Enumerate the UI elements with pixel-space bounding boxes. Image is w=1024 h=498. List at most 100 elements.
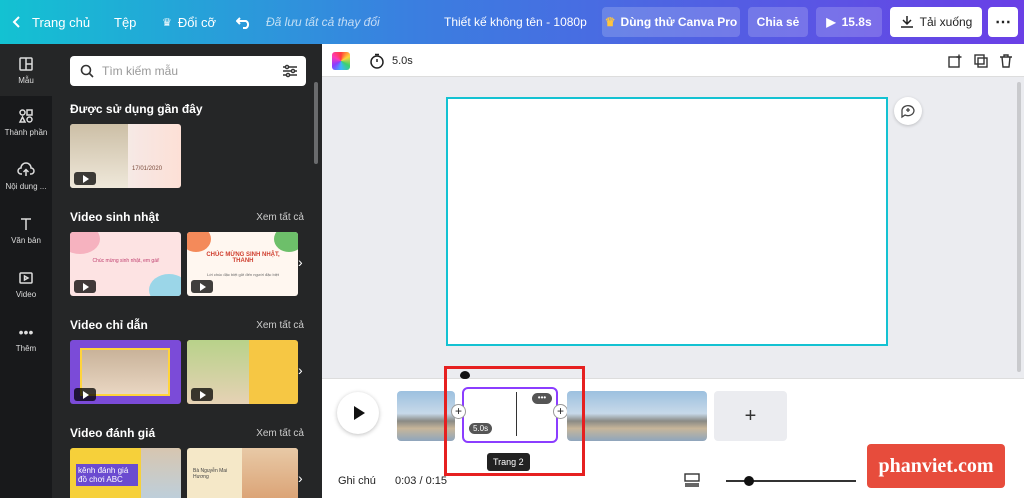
editor-scrollbar[interactable] [1017,82,1021,372]
more-options-button[interactable]: ⋯ [988,7,1018,37]
zoom-slider-thumb[interactable] [744,476,754,486]
section-title: Video đánh giá [70,426,156,440]
download-icon [900,16,913,28]
rail-templates[interactable]: Mẫu [0,44,52,96]
thumb-text: Chúc mừng sinh nhật, em gái! [92,258,160,264]
undo-button[interactable] [236,0,252,44]
zoom-slider[interactable] [726,476,856,486]
thumb-text: kênh đánh giá đồ chơi ABC [76,464,138,486]
add-comment-icon [901,105,915,119]
download-button[interactable]: Tải xuống [890,7,982,37]
watermark: phanviet.com [867,444,1005,488]
design-canvas[interactable] [446,97,888,346]
flower-decor [274,232,298,252]
crown-icon: ♛ [604,15,616,29]
birthday-template-thumb[interactable]: Chúc mừng sinh nhật, em gái! [70,232,181,296]
play-icon [74,388,96,401]
rail-label: Video [15,289,37,299]
thumb-text: Bà Nguyễn Mai Hương [193,468,228,480]
rail-text[interactable]: Văn bản [0,204,52,256]
share-button[interactable]: Chia sẻ [748,7,808,37]
review-template-thumb[interactable]: kênh đánh giá đồ chơi ABC [70,448,181,498]
rail-label: Mẫu [18,75,34,85]
duplicate-page-icon[interactable] [974,54,988,68]
panel-scrollbar[interactable] [314,82,318,164]
search-input[interactable]: Tìm kiếm mẫu [102,64,282,78]
time-readout: 0:03 / 0:15 [395,475,447,487]
crown-icon: ♛ [162,16,172,29]
play-icon [74,280,96,293]
review-template-thumb[interactable]: Bà Nguyễn Mai Hương [187,448,298,498]
grid-view-icon[interactable] [684,473,700,487]
rail-label: Nội dung ... [5,181,47,191]
shapes-icon [18,108,33,123]
thumb-text: 17/01/2020 [132,166,163,172]
home-label: Trang chủ [32,14,91,30]
file-menu[interactable]: Tệp [114,0,136,44]
review-photo [141,448,181,498]
comment-button[interactable] [894,97,922,125]
more-icon: ••• [18,323,34,340]
section-title: Được sử dụng gần đây [70,102,203,116]
recent-template-thumb[interactable]: 17/01/2020 [70,124,181,188]
rail-video[interactable]: Video [0,258,52,310]
templates-panel: Tìm kiếm mẫu Được sử dụng gần đây 17/01/… [52,44,322,498]
home-button[interactable]: Trang chủ [12,0,90,44]
top-bar: Trang chủ Tệp ♛ Đổi cỡ Đã lưu tất cả tha… [0,0,1024,44]
rail-label: Thêm [15,343,37,353]
more-icon: ⋯ [995,14,1011,31]
timer-icon[interactable] [369,53,385,69]
resize-label: Đổi cỡ [177,14,217,30]
search-bar[interactable]: Tìm kiếm mẫu [70,56,306,86]
see-all-link[interactable]: Xem tất cả [256,428,304,439]
templates-icon [19,56,33,71]
chevron-left-icon [12,16,20,28]
timeline-clip[interactable] [567,391,707,441]
search-icon [80,64,94,78]
add-page-button[interactable]: + [714,391,787,441]
thumb-text: Lời chúc đặc biệt gửi đến người đặc biệt [207,272,279,277]
tutorial-template-thumb[interactable] [187,340,298,404]
confetti-shape [70,232,100,254]
page-duration[interactable]: 5.0s [392,55,413,67]
preview-duration: 15.8s [841,15,872,29]
document-title[interactable]: Thiết kế không tên - 1080p [444,0,587,44]
timeline-play-button[interactable] [337,392,379,434]
rail-label: Văn bản [11,235,41,245]
editor-area: 5.0s ••• 5.0s + + + Trang 2 Ghi chú 0:03… [322,44,1024,498]
notes-button[interactable]: Ghi chú [338,475,376,487]
undo-icon [236,17,250,29]
add-page-icon[interactable] [948,54,962,68]
video-icon [19,271,33,284]
color-picker-button[interactable] [332,52,350,70]
editor-toolbar: 5.0s [322,44,1024,77]
see-all-link[interactable]: Xem tất cả [256,212,304,223]
plus-icon: + [744,404,757,427]
rail-label: Thành phần [4,127,48,137]
highlight-box [444,366,585,476]
play-icon [354,406,365,420]
download-label: Tải xuống [919,15,973,29]
play-icon [191,388,213,401]
rail-elements[interactable]: Thành phần [0,96,52,148]
side-rail: Mẫu Thành phần Nội dung ... Văn bản Vide… [0,44,52,498]
chevron-right-icon[interactable]: › [298,362,303,378]
cloud-upload-icon [17,161,35,176]
birthday-template-thumb[interactable]: CHÚC MỪNG SINH NHẬT, THANH Lời chúc đặc … [187,232,298,296]
play-icon: ▶ [826,15,836,29]
try-pro-button[interactable]: ♛ Dùng thử Canva Pro [602,7,740,37]
tutorial-template-thumb[interactable] [70,340,181,404]
confetti-shape [149,274,181,296]
resize-button[interactable]: ♛ Đổi cỡ [162,0,216,44]
rail-uploads[interactable]: Nội dung ... [0,150,52,202]
play-icon [191,280,213,293]
section-title: Video chỉ dẫn [70,318,148,332]
trash-icon[interactable] [999,54,1013,68]
filter-icon[interactable] [282,64,298,78]
rail-more[interactable]: ••• Thêm [0,312,52,364]
preview-play-button[interactable]: ▶ 15.8s [816,7,882,37]
chevron-right-icon[interactable]: › [298,470,303,486]
see-all-link[interactable]: Xem tất cả [256,320,304,331]
play-icon [74,172,96,185]
chevron-right-icon[interactable]: › [298,254,303,270]
